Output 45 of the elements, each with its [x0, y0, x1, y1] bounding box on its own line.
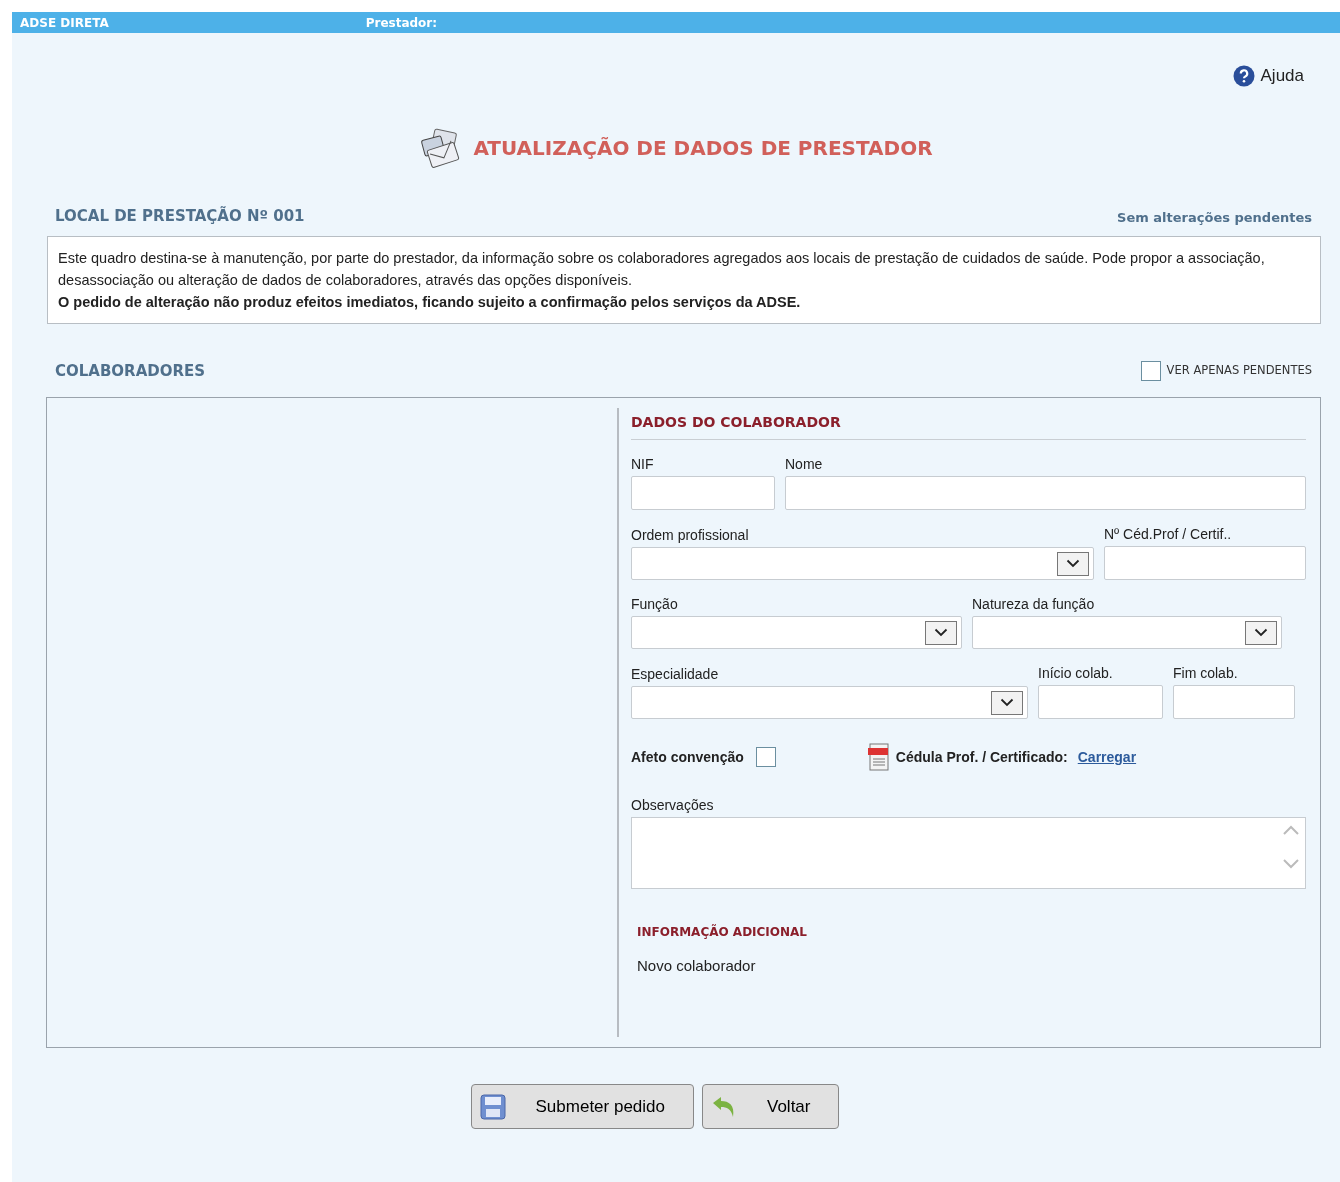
checkbox[interactable]: [1140, 360, 1161, 381]
submit-button[interactable]: Submeter pedido: [470, 1084, 694, 1129]
select-field[interactable]: [631, 547, 1094, 580]
chevron-down-icon: [934, 628, 948, 637]
notes-field[interactable]: [631, 817, 1306, 889]
field-label: Nome: [785, 455, 824, 474]
select-field[interactable]: [631, 616, 962, 649]
field-label: Início colab.: [1038, 664, 1114, 683]
form-title: DADOS DO COLABORADOR: [631, 412, 1306, 440]
section-title: LOCAL DE PRESTAÇÃO Nº 001: [55, 205, 305, 227]
input-field[interactable]: [1173, 685, 1295, 719]
input-field[interactable]: [785, 476, 1306, 510]
field-label: Natureza da função: [972, 595, 1096, 614]
chevron-down-icon: [1000, 698, 1014, 707]
field-label: Cédula Prof. / Certificado:: [895, 747, 1068, 767]
provider-label: Prestador:: [365, 14, 438, 32]
section-title: COLABORADORES: [55, 360, 206, 382]
field-label: Nº Céd.Prof / Certif..: [1104, 525, 1233, 544]
field-label: Afeto convenção: [631, 747, 744, 767]
field-label: Fim colab.: [1173, 664, 1239, 683]
help-icon: [1232, 64, 1255, 87]
field-label: Observações: [631, 796, 715, 815]
section-title: INFORMAÇÃO ADICIONAL: [637, 923, 808, 941]
page-title: ATUALIZAÇÃO DE DADOS DE PRESTADOR: [473, 135, 933, 162]
help-link[interactable]: Ajuda: [1260, 62, 1304, 89]
app-name: ADSE DIRETA: [20, 14, 109, 32]
input-field[interactable]: [1038, 685, 1163, 719]
checkbox-label: VER APENAS PENDENTES: [1166, 362, 1312, 380]
chevron-down-icon: [1066, 559, 1080, 568]
field-label: Especialidade: [631, 665, 720, 684]
checkbox[interactable]: [755, 747, 776, 767]
status-text: Sem alterações pendentes: [1117, 209, 1312, 227]
back-button[interactable]: Voltar: [702, 1084, 840, 1129]
field-label: Função: [631, 595, 679, 614]
select-field[interactable]: [972, 616, 1282, 649]
input-field[interactable]: [631, 476, 775, 510]
pdf-document-icon: [867, 743, 890, 771]
select-field[interactable]: [631, 686, 1028, 719]
field-label: NIF: [631, 455, 655, 474]
input-field[interactable]: [1104, 546, 1306, 580]
notice-text: Este quadro destina-se à manutenção, por parte do prestador, da informação sobre os colaboradores agregados aos locais de prestação de cuidados de saúde. Pode propor a associação, desassociação ou alteração de dados de colaboradores, através das opções disponíveis. O pedido de alteração não produz efeitos imediatos, ficando sujeito a confirmação pelos serviços da ADSE.: [47, 235, 1321, 324]
upload-link[interactable]: Carregar: [1077, 746, 1137, 768]
chevron-down-icon: [1254, 628, 1268, 637]
info-text: Novo colaborador: [637, 956, 757, 976]
field-label: Ordem profissional: [631, 526, 750, 545]
